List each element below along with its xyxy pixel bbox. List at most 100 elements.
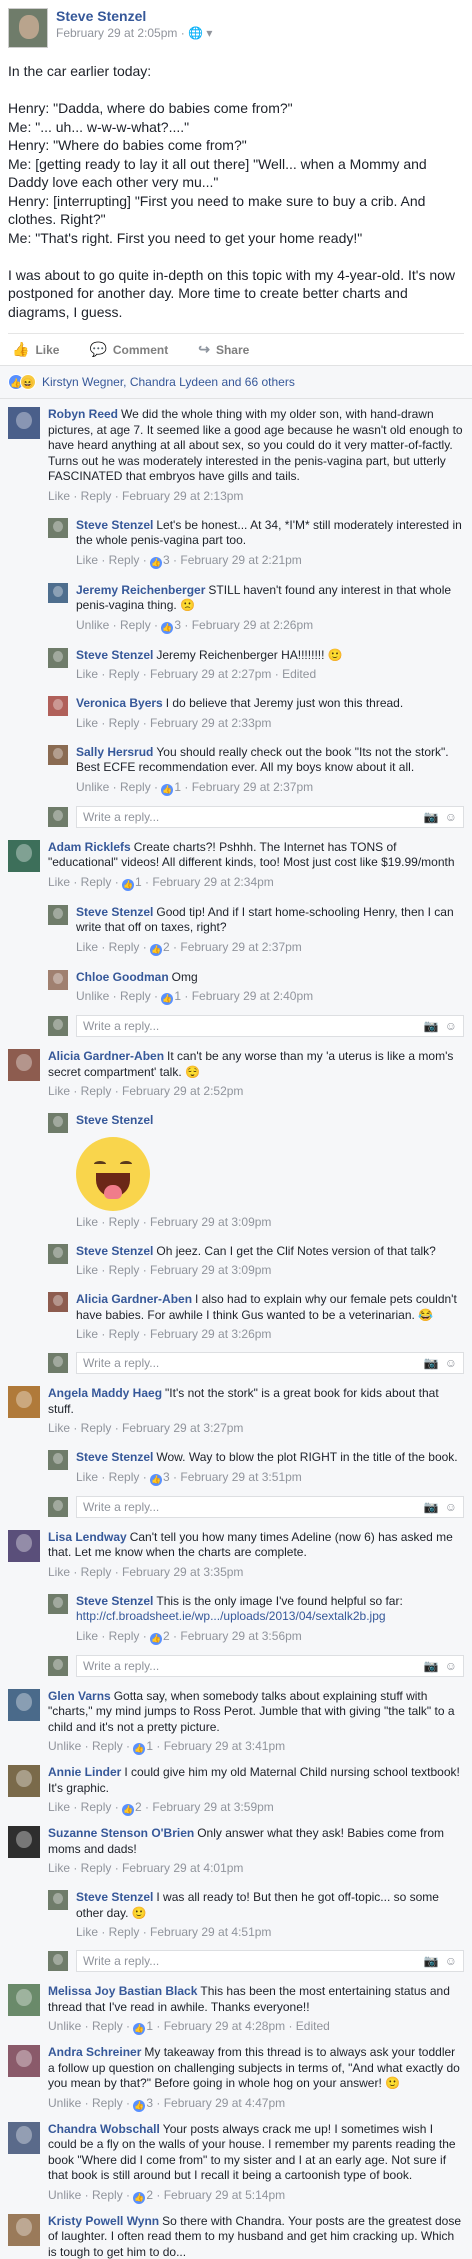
comment-meta[interactable]: Like · Reply · February 29 at 2:13pm [48, 488, 464, 504]
commenter-name[interactable]: Chandra Wobschall [48, 2122, 160, 2136]
emoji-icon[interactable]: ☺ [445, 1659, 457, 1673]
comment-button[interactable]: 💬 Comment [89, 341, 168, 358]
avatar[interactable] [8, 1984, 40, 2016]
commenter-name[interactable]: Jeremy Reichenberger [76, 583, 205, 597]
commenter-name[interactable]: Andra Schreiner [48, 2045, 141, 2059]
comment-meta[interactable]: Like · Reply · February 29 at 2:33pm [76, 715, 464, 731]
commenter-name[interactable]: Steve Stenzel [76, 1890, 153, 1904]
commenter-name[interactable]: Steve Stenzel [76, 905, 153, 919]
commenter-name[interactable]: Steve Stenzel [76, 648, 153, 662]
like-button[interactable]: 👍 Like [12, 341, 59, 358]
avatar[interactable] [8, 407, 40, 439]
comment-meta[interactable]: Unlike · Reply · 👍 1 · February 29 at 3:4… [48, 1738, 464, 1755]
commenter-name[interactable]: Annie Linder [48, 1765, 121, 1779]
emoji-icon[interactable]: ☺ [445, 1019, 457, 1033]
commenter-name[interactable]: Steve Stenzel [76, 1594, 153, 1608]
share-button[interactable]: ↪ Share [198, 341, 249, 358]
comment-meta[interactable]: Like · Reply · 👍 3 · February 29 at 3:51p… [76, 1469, 464, 1486]
avatar[interactable] [8, 1386, 40, 1418]
reply-input[interactable]: Write a reply... 📷 ☺ [76, 1352, 464, 1374]
comment-meta[interactable]: Like · Reply · February 29 at 3:09pm [76, 1262, 464, 1278]
commenter-name[interactable]: Steve Stenzel [76, 1450, 153, 1464]
commenter-name[interactable]: Kristy Powell Wynn [48, 2214, 159, 2228]
commenter-name[interactable]: Alicia Gardner-Aben [48, 1049, 164, 1063]
comment-meta[interactable]: Like · Reply · 👍 2 · February 29 at 2:37p… [76, 939, 464, 956]
emoji-icon[interactable]: ☺ [445, 1500, 457, 1514]
comment-meta[interactable]: Unlike · Reply · 👍 1 · February 29 at 2:3… [76, 779, 464, 796]
chevron-down-icon[interactable]: ▾ [206, 26, 212, 40]
avatar[interactable] [48, 1292, 68, 1312]
avatar[interactable] [48, 969, 68, 990]
avatar[interactable] [48, 1113, 68, 1133]
reply-input[interactable]: Write a reply... 📷 ☺ [76, 1015, 464, 1037]
comment-meta[interactable]: Like · Reply · 👍 2 · February 29 at 3:59p… [48, 1799, 464, 1816]
reply-input[interactable]: Write a reply... 📷 ☺ [76, 805, 464, 828]
camera-icon[interactable]: 📷 [424, 1356, 439, 1370]
avatar[interactable] [8, 1765, 40, 1797]
commenter-name[interactable]: Suzanne Stenson O'Brien [48, 1826, 194, 1840]
comment-meta[interactable]: Unlike · Reply · 👍 1 · February 29 at 2:4… [76, 988, 464, 1005]
commenter-name[interactable]: Robyn Reed [48, 407, 118, 421]
comment-meta[interactable]: Like · Reply · February 29 at 4:01pm [48, 1860, 464, 1876]
commenter-name[interactable]: Adam Ricklefs [48, 840, 131, 854]
camera-icon[interactable]: 📷 [424, 1954, 439, 1968]
comment-meta[interactable]: Like · Reply · February 29 at 2:52pm [48, 1083, 464, 1099]
emoji-icon[interactable]: ☺ [445, 810, 457, 824]
avatar[interactable] [8, 2045, 40, 2077]
comment-meta[interactable]: Unlike · Reply · 👍 3 · February 29 at 2:2… [76, 617, 464, 634]
avatar[interactable] [48, 647, 68, 668]
comment-meta[interactable]: Like · Reply · 👍 3 · February 29 at 2:21p… [76, 552, 464, 569]
comment-meta[interactable]: Like · Reply · February 29 at 3:26pm [76, 1326, 464, 1342]
avatar[interactable] [8, 2121, 40, 2154]
author-avatar[interactable] [8, 8, 48, 48]
commenter-name[interactable]: Steve Stenzel [76, 518, 153, 532]
avatar[interactable] [8, 2213, 40, 2246]
avatar[interactable] [48, 582, 68, 603]
avatar[interactable] [48, 1243, 68, 1264]
commenter-name[interactable]: Glen Varns [48, 1689, 111, 1703]
commenter-name[interactable]: Alicia Gardner-Aben [76, 1292, 192, 1306]
external-link[interactable]: http://cf.broadsheet.ie/wp.../uploads/20… [76, 1609, 386, 1623]
avatar[interactable] [48, 1593, 68, 1614]
comment-meta[interactable]: Unlike · Reply · 👍 2 · February 29 at 5:1… [48, 2187, 464, 2204]
camera-icon[interactable]: 📷 [424, 1019, 439, 1033]
comment-meta[interactable]: Like · Reply · February 29 at 3:35pm [48, 1564, 464, 1580]
comment-meta[interactable]: Like · Reply · 👍 1 · February 29 at 2:34p… [48, 874, 464, 891]
avatar[interactable] [8, 1529, 40, 1562]
comment-meta[interactable]: Like · Reply · February 29 at 2:27pm · E… [76, 666, 464, 682]
camera-icon[interactable]: 📷 [424, 810, 439, 824]
commenter-name[interactable]: Veronica Byers [76, 696, 163, 710]
emoji-icon[interactable]: ☺ [445, 1954, 457, 1968]
comment-meta[interactable]: Like · Reply · 👍 2 · February 29 at 3:56p… [76, 1628, 464, 1645]
avatar[interactable] [48, 1450, 68, 1470]
emoji-icon[interactable]: ☺ [445, 1356, 457, 1370]
avatar[interactable] [8, 839, 40, 872]
commenter-name[interactable]: Sally Hersrud [76, 745, 153, 759]
avatar[interactable] [48, 904, 68, 925]
reactions-text[interactable]: Kirstyn Wegner, Chandra Lydeen and 66 ot… [42, 375, 295, 389]
post-timestamp[interactable]: February 29 at 2:05pm · [56, 26, 188, 40]
avatar[interactable] [48, 696, 68, 716]
commenter-name[interactable]: Steve Stenzel [76, 1244, 153, 1258]
avatar[interactable] [48, 517, 68, 538]
reactions-bar[interactable]: 👍 😆 Kirstyn Wegner, Chandra Lydeen and 6… [0, 365, 472, 399]
avatar[interactable] [48, 744, 68, 765]
avatar[interactable] [48, 1890, 68, 1910]
commenter-name[interactable]: Chloe Goodman [76, 970, 169, 984]
reply-input[interactable]: Write a reply... 📷 ☺ [76, 1950, 464, 1972]
reply-input[interactable]: Write a reply... 📷 ☺ [76, 1495, 464, 1518]
comment-meta[interactable]: Unlike · Reply · 👍 1 · February 29 at 4:2… [48, 2018, 464, 2035]
commenter-name[interactable]: Angela Maddy Haeg [48, 1386, 162, 1400]
comment-meta[interactable]: Like · Reply · February 29 at 4:51pm [76, 1924, 464, 1940]
avatar[interactable] [8, 1688, 40, 1721]
commenter-name[interactable]: Steve Stenzel [76, 1113, 153, 1127]
camera-icon[interactable]: 📷 [424, 1659, 439, 1673]
commenter-name[interactable]: Lisa Lendway [48, 1530, 127, 1544]
comment-meta[interactable]: Like · Reply · February 29 at 3:27pm [48, 1420, 464, 1436]
avatar[interactable] [8, 1049, 40, 1081]
comment-meta[interactable]: Unlike · Reply · 👍 3 · February 29 at 4:4… [48, 2095, 464, 2112]
comment-meta[interactable]: Like · Reply · February 29 at 3:09pm [76, 1214, 464, 1230]
avatar[interactable] [8, 1826, 40, 1858]
camera-icon[interactable]: 📷 [424, 1500, 439, 1514]
reply-input[interactable]: Write a reply... 📷 ☺ [76, 1654, 464, 1677]
